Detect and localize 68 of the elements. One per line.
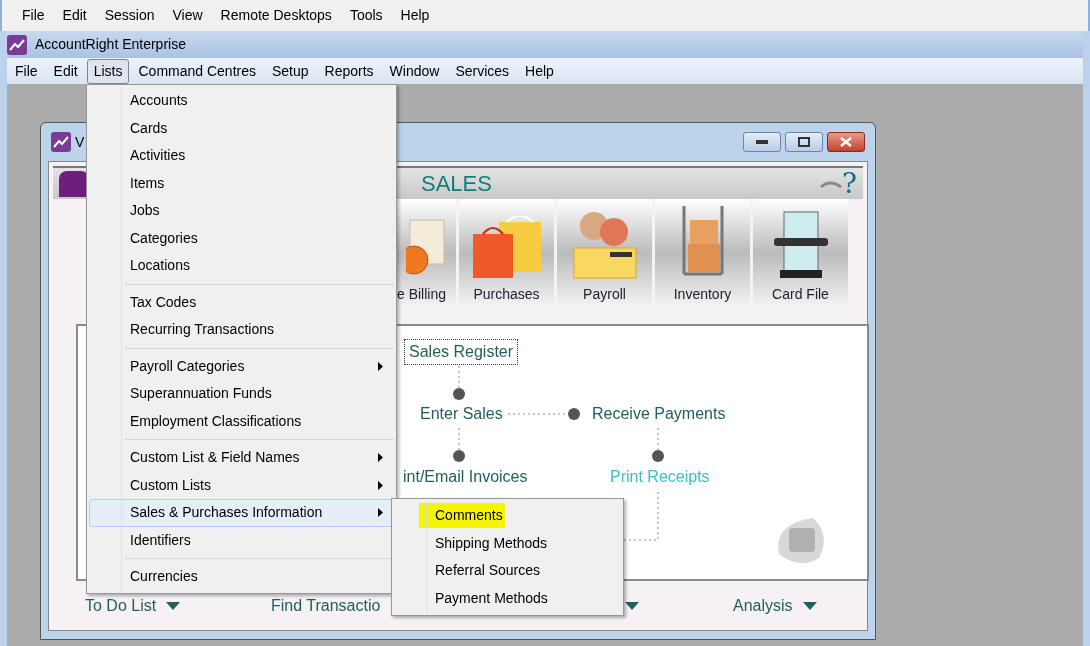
workflow-link[interactable]: int/Email Invoices [399, 465, 532, 489]
menu-item[interactable]: Remote Desktops [212, 5, 340, 26]
menu-item[interactable]: Accounts [89, 87, 394, 115]
shopping-bags-icon [470, 216, 543, 280]
dropdown-link[interactable]: Analysis [733, 594, 793, 618]
maximize-icon [798, 137, 810, 147]
menu-item[interactable]: Help [392, 5, 438, 26]
module-tile[interactable]: Payroll [557, 199, 652, 307]
menu-item[interactable]: Items [89, 169, 394, 197]
menu-item[interactable]: Payment Methods [419, 585, 550, 611]
minimize-button[interactable] [743, 132, 781, 152]
menu-item[interactable]: Recurring Transactions [89, 316, 394, 344]
menu-item[interactable]: File [8, 58, 45, 84]
submenu-arrow-icon [378, 508, 383, 518]
menu-item[interactable]: Custom Lists [89, 471, 394, 499]
workflow-link[interactable]: Enter Sales [416, 402, 507, 426]
menu-item[interactable]: Command Centres [131, 58, 263, 84]
dropdown-link[interactable]: To Do List [85, 594, 157, 618]
submenu-arrow-icon [378, 453, 383, 463]
menu-item[interactable]: Setup [265, 58, 316, 84]
workflow-link[interactable]: Receive Payments [588, 402, 730, 426]
menu-item[interactable]: Payroll Categories [89, 352, 394, 380]
menu-item[interactable]: Help [518, 58, 561, 84]
submenu-arrow-icon [378, 361, 383, 371]
menu-item[interactable]: File [14, 5, 53, 26]
close-button[interactable] [827, 132, 865, 152]
logo-badge [59, 170, 89, 197]
menu-item[interactable]: Referral Sources [419, 558, 543, 584]
module-tile[interactable]: Inventory [655, 199, 750, 307]
module-tile[interactable]: Purchases [459, 199, 554, 307]
menu-item[interactable]: Window [382, 58, 447, 84]
caret-icon [625, 602, 639, 610]
window-title: V [75, 132, 85, 152]
help-link[interactable]: ? [842, 169, 857, 198]
menu-item[interactable]: Employment Classifications [89, 407, 394, 435]
minimize-icon [756, 140, 768, 144]
menu-item[interactable]: Cards [89, 114, 394, 142]
maximize-button[interactable] [785, 132, 823, 152]
workflow-link[interactable]: Sales Register [404, 339, 519, 365]
connector-line [652, 428, 664, 462]
menu-item[interactable]: Session [96, 5, 163, 26]
swoosh-icon [820, 178, 842, 189]
dropdown-link[interactable]: Find Transactio [271, 594, 381, 618]
menu-item[interactable]: Sales & Purchases Information [89, 499, 394, 527]
menu-item[interactable]: View [164, 5, 211, 26]
menu-item[interactable]: Shipping Methods [419, 530, 550, 556]
connector-line [453, 366, 465, 400]
menu-item[interactable]: Activities [89, 142, 394, 170]
menu-item[interactable]: Custom List & Field Names [89, 444, 394, 472]
menu-item[interactable]: Edit [46, 58, 85, 84]
window-title: AccountRight Enterprise [35, 35, 186, 54]
menu-item[interactable]: Comments [419, 503, 505, 529]
menu-item[interactable]: Currencies [89, 563, 394, 591]
menu-item[interactable]: Tools [341, 5, 391, 26]
close-icon [840, 137, 852, 147]
menu-item[interactable]: Identifiers [89, 526, 394, 554]
section-title: SALES [421, 170, 492, 198]
menu-item[interactable]: Services [448, 58, 517, 84]
menu-item[interactable]: Edit [54, 5, 95, 26]
chart-app-icon [7, 34, 27, 55]
menu-item[interactable]: Reports [317, 58, 381, 84]
module-tile[interactable]: Card File [753, 199, 848, 307]
chart-app-icon [51, 132, 71, 152]
menu-item[interactable]: Lists [86, 58, 130, 84]
connector-line [508, 408, 580, 420]
menu-item[interactable]: Superannuation Funds [89, 380, 394, 408]
submenu-arrow-icon [378, 480, 383, 490]
connector-line [453, 428, 465, 462]
